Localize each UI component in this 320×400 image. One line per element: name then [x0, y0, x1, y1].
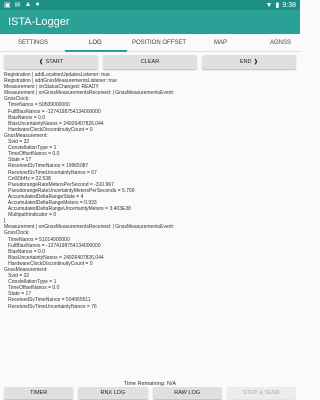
tab-agnss[interactable]: AGNSS	[270, 40, 291, 46]
start-label: START	[45, 59, 64, 65]
tab-bar: SETTINGS LOG POSITION OFFSET MAP AGNSS	[0, 34, 300, 52]
end-label: END	[239, 59, 252, 65]
app-bar: ISTA-Logger	[0, 10, 300, 34]
wifi-icon: ▼	[265, 1, 273, 9]
timer-button[interactable]: TIMER	[4, 387, 74, 399]
log-line: ReceivedSvTimeUncertaintyNanos = 76	[4, 303, 97, 310]
tab-position-offset[interactable]: POSITION OFFSET	[132, 40, 186, 46]
app-title: ISTA-Logger	[8, 16, 70, 28]
control-buttons: ❰ START CLEAR END ❱	[0, 52, 300, 72]
status-icons-left: ▣ ✉ ▲ ●	[4, 1, 40, 9]
battery-icon: ▮	[275, 2, 280, 9]
notification-icon: ▣	[4, 2, 11, 9]
tab-map[interactable]: MAP	[214, 40, 227, 46]
alert-icon: ▲	[24, 1, 32, 8]
start-icon: ❰	[38, 59, 44, 65]
bottom-buttons: TIMER RNX LOG RAW LOG STOP & SEND	[0, 387, 300, 399]
dot-icon: ●	[35, 1, 40, 8]
stop-send-button: STOP & SEND	[226, 387, 296, 399]
status-bar: ▣ ✉ ▲ ● ▼ ▮ 9:38	[0, 0, 300, 10]
tab-settings[interactable]: SETTINGS	[18, 40, 48, 46]
clear-label: CLEAR	[140, 59, 160, 65]
log-output[interactable]: Registration | addLocationUpdatesListene…	[4, 72, 296, 372]
end-icon: ❱	[253, 59, 259, 65]
clock-text: 9:38	[282, 1, 296, 9]
raw-log-button[interactable]: RAW LOG	[152, 387, 222, 399]
active-tab-indicator	[65, 50, 127, 52]
end-button[interactable]: END ❱	[202, 55, 296, 69]
mail-icon: ✉	[14, 2, 21, 9]
clear-button[interactable]: CLEAR	[103, 55, 197, 69]
tab-log[interactable]: LOG	[89, 40, 102, 46]
status-icons-right: ▼ ▮ 9:38	[265, 1, 296, 10]
start-button[interactable]: ❰ START	[4, 55, 98, 69]
rnx-log-button[interactable]: RNX LOG	[78, 387, 148, 399]
